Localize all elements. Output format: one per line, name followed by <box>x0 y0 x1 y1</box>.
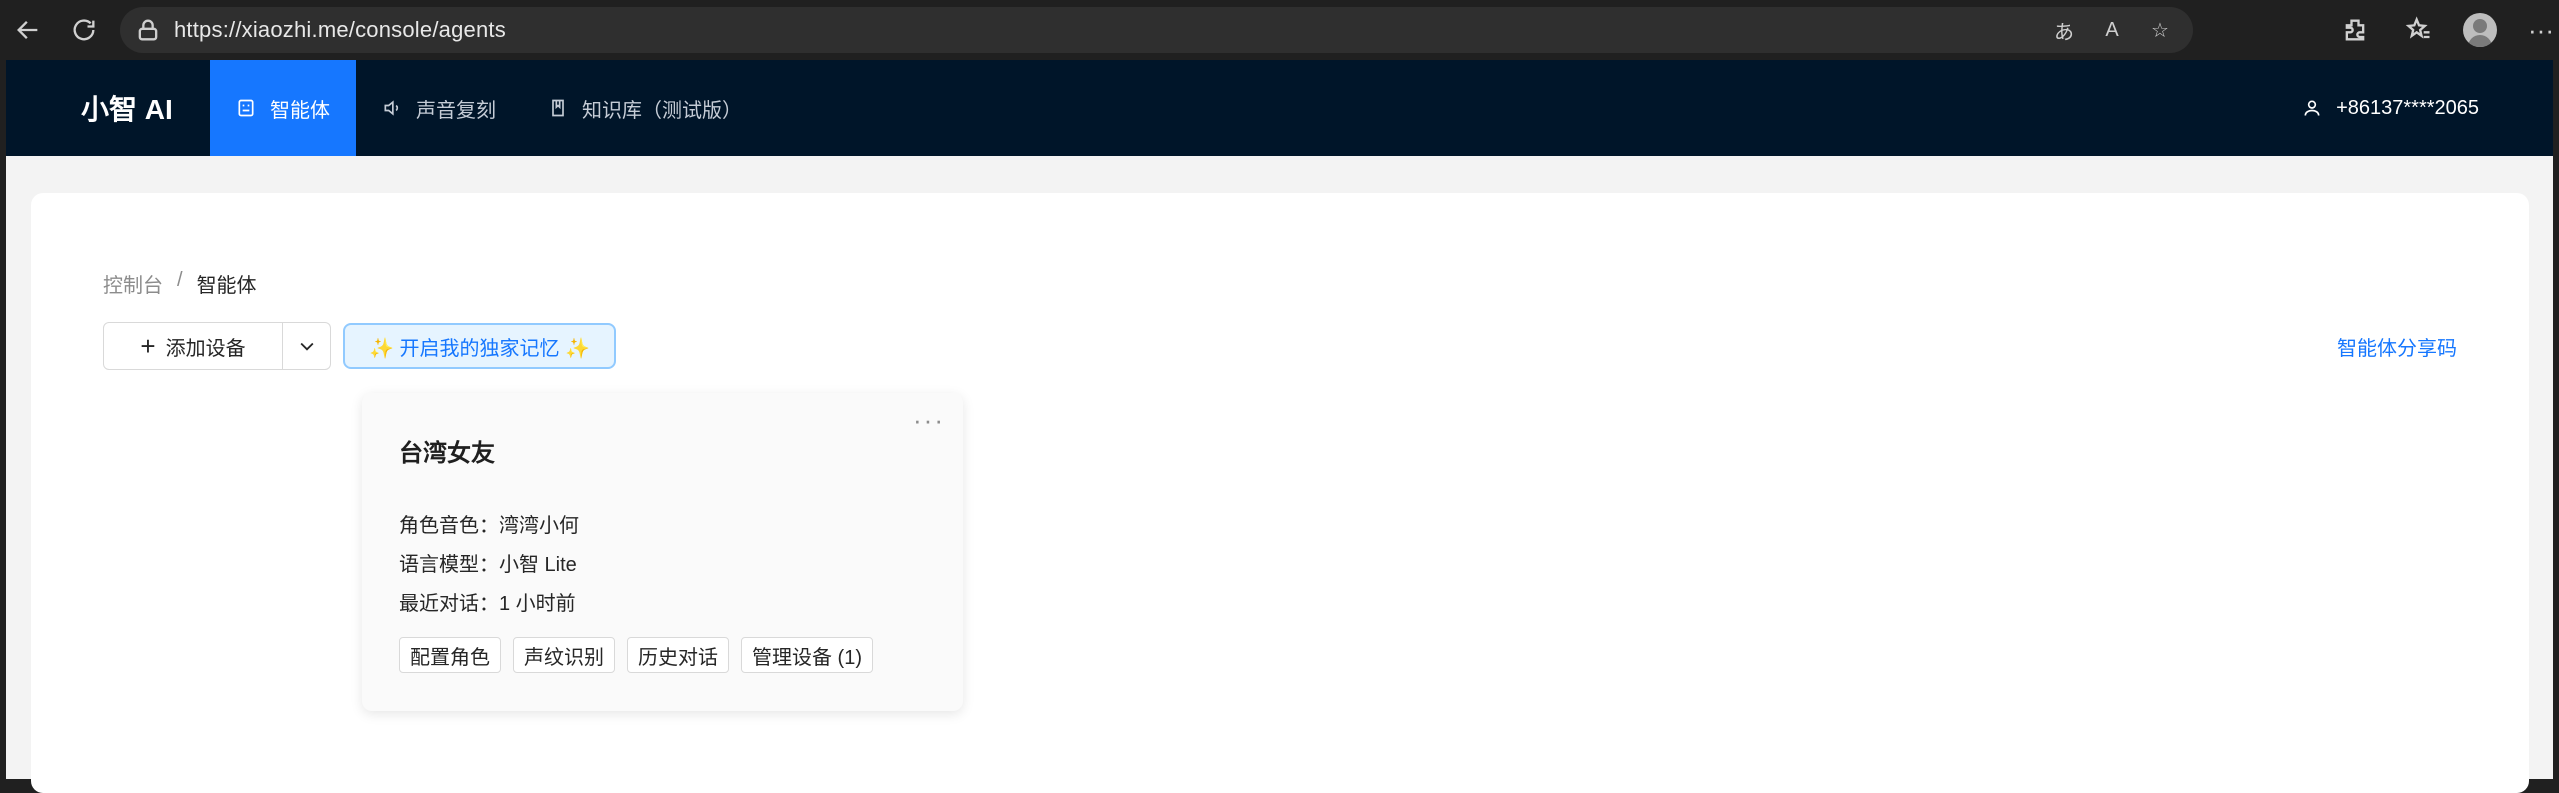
agent-model-row: 语言模型：小智 Lite <box>399 546 579 585</box>
agent-share-code-link[interactable]: 智能体分享码 <box>2337 332 2457 361</box>
user-icon <box>2304 100 2320 116</box>
user-phone: +86137****2065 <box>2336 96 2479 119</box>
read-aloud-icon[interactable]: A <box>2099 17 2125 43</box>
back-icon[interactable] <box>8 10 48 50</box>
profile-avatar[interactable] <box>2463 13 2497 47</box>
add-device-button[interactable]: + 添加设备 <box>103 322 283 370</box>
url-text[interactable]: https://xiaozhi.me/console/agents <box>174 17 506 43</box>
brand-logo[interactable]: 小智 AI <box>6 60 210 156</box>
nav-item-label: 声音复刻 <box>416 99 496 122</box>
manage-devices-button[interactable]: 管理设备 (1) <box>741 637 873 673</box>
chevron-down-icon <box>300 342 313 351</box>
favorite-star-icon[interactable]: ☆ <box>2147 17 2173 43</box>
agent-name: 台湾女友 <box>399 440 495 467</box>
last-chat-label: 最近对话： <box>399 593 499 615</box>
refresh-icon[interactable] <box>64 10 104 50</box>
add-device-split-button: + 添加设备 <box>103 322 331 370</box>
translate-icon[interactable]: あ <box>2051 17 2077 44</box>
nav-item-knowledge-base[interactable]: 知识库（测试版） <box>522 60 768 156</box>
more-options-icon[interactable]: ··· <box>913 405 945 436</box>
favorites-icon[interactable] <box>2399 10 2439 50</box>
more-menu-icon[interactable]: ··· <box>2521 10 2559 50</box>
page: 小智 AI 智能体 声音复刻 知识库（测试版） +86137****2065 控… <box>6 60 2553 793</box>
add-device-dropdown[interactable] <box>283 322 331 370</box>
configure-role-button[interactable]: 配置角色 <box>399 637 501 673</box>
nav-item-voice-clone[interactable]: 声音复刻 <box>356 60 522 156</box>
chat-history-button[interactable]: 历史对话 <box>627 637 729 673</box>
model-label: 语言模型： <box>399 554 499 576</box>
book-icon <box>552 99 564 117</box>
agent-actions: 配置角色 声纹识别 历史对话 管理设备 (1) <box>399 637 873 673</box>
enable-memory-button[interactable]: ✨ 开启我的独家记忆 ✨ <box>343 323 616 369</box>
speaker-icon <box>384 100 399 116</box>
action-bar: + 添加设备 ✨ 开启我的独家记忆 ✨ <box>103 322 616 370</box>
add-device-label: 添加设备 <box>165 337 246 360</box>
breadcrumb-separator: / <box>177 269 183 291</box>
agent-details: 角色音色：湾湾小何 语言模型：小智 Lite 最近对话：1 小时前 <box>399 507 579 624</box>
agent-voice-row: 角色音色：湾湾小何 <box>399 507 579 546</box>
extensions-icon[interactable] <box>2335 10 2375 50</box>
top-navigation: 小智 AI 智能体 声音复刻 知识库（测试版） +86137****2065 <box>6 60 2553 156</box>
voice-value: 湾湾小何 <box>499 515 579 537</box>
model-value: 小智 Lite <box>499 554 577 576</box>
nav-item-label: 知识库（测试版） <box>582 99 742 122</box>
content-card: 控制台 / 智能体 + 添加设备 ✨ 开启我的独家记忆 ✨ 智能体分享码 ···… <box>31 193 2529 793</box>
robot-icon <box>238 99 254 117</box>
last-chat-value: 1 小时前 <box>499 593 576 615</box>
breadcrumb-current: 智能体 <box>196 275 257 297</box>
breadcrumb-root[interactable]: 控制台 <box>103 269 163 298</box>
nav-item-agents[interactable]: 智能体 <box>210 60 356 156</box>
breadcrumb: 控制台 / 智能体 <box>103 269 257 298</box>
plus-icon: + <box>140 331 156 361</box>
nav-item-label: 智能体 <box>270 99 330 122</box>
enable-memory-label: ✨ 开启我的独家记忆 ✨ <box>369 337 590 360</box>
user-account[interactable]: +86137****2065 <box>2302 60 2479 156</box>
agent-card[interactable]: ··· 台湾女友 角色音色：湾湾小何 语言模型：小智 Lite 最近对话：1 小… <box>362 393 963 711</box>
lock-icon[interactable] <box>134 16 162 44</box>
address-bar[interactable]: https://xiaozhi.me/console/agents あ A ☆ <box>120 7 2193 53</box>
voice-label: 角色音色： <box>399 515 499 537</box>
agent-last-chat-row: 最近对话：1 小时前 <box>399 585 579 624</box>
voiceprint-button[interactable]: 声纹识别 <box>513 637 615 673</box>
browser-toolbar: https://xiaozhi.me/console/agents あ A ☆ … <box>0 0 2559 60</box>
